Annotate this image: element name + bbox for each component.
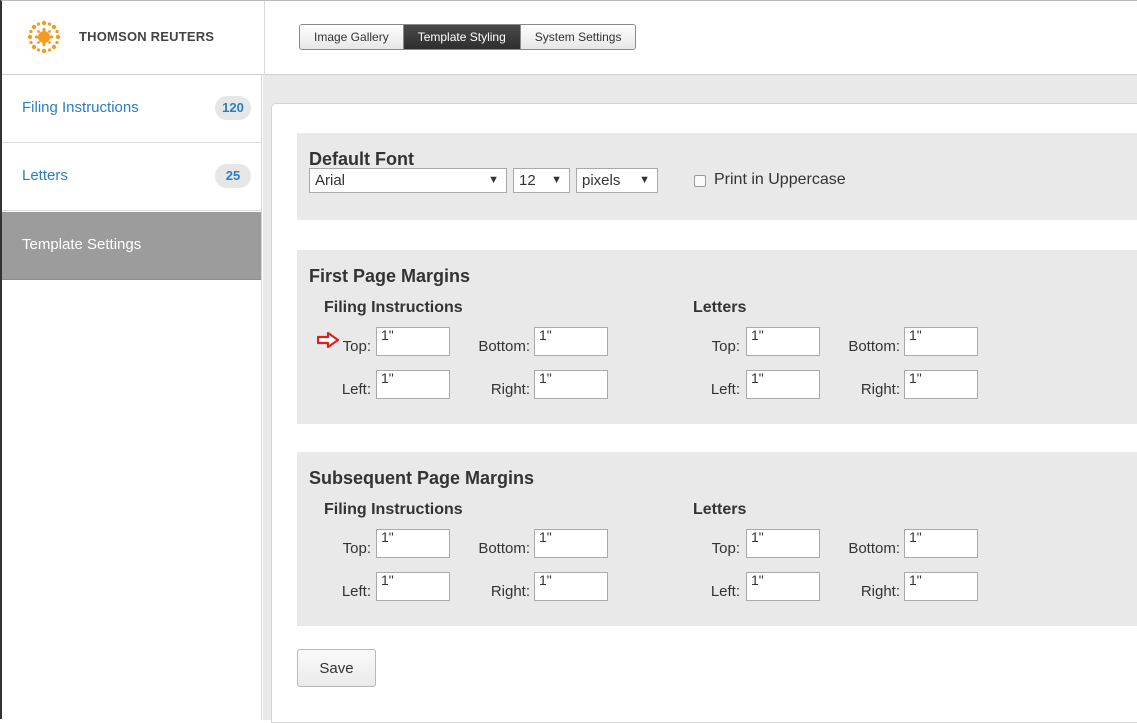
left-label: Left: (341, 583, 371, 600)
subsequent-filing-top-input[interactable]: 1" (376, 529, 450, 558)
font-unit-value: pixels (582, 172, 621, 189)
subsequent-letters-bottom-input[interactable]: 1" (904, 529, 978, 558)
main-content: Default Font Arial ▼ 12 ▼ pixels ▼ Print… (263, 75, 1137, 723)
first-letters-right-input[interactable]: 1" (904, 370, 978, 399)
subsequent-page-margins-section: Subsequent Page Margins Filing Instructi… (297, 452, 1137, 626)
sidebar-item-filing-instructions[interactable]: Filing Instructions 120 (2, 75, 261, 143)
subsequent-letters-right-input[interactable]: 1" (904, 572, 978, 601)
top-label: Top: (342, 540, 371, 557)
font-size-value: 12 (519, 172, 536, 189)
top-label: Top: (711, 540, 740, 557)
caret-down-icon: ▼ (639, 174, 650, 186)
first-letters-left-input[interactable]: 1" (746, 370, 820, 399)
first-filing-left-input[interactable]: 1" (376, 370, 450, 399)
count-badge: 25 (215, 164, 251, 188)
top-label: Top: (342, 338, 371, 355)
print-uppercase-label: Print in Uppercase (714, 171, 846, 188)
caret-down-icon: ▼ (488, 174, 499, 186)
right-label: Right: (490, 381, 530, 398)
bottom-label: Bottom: (478, 338, 530, 355)
right-label: Right: (860, 583, 900, 600)
subsequent-filing-bottom-input[interactable]: 1" (534, 529, 608, 558)
tab-bar: Image Gallery Template Styling System Se… (299, 24, 637, 50)
left-label: Left: (710, 381, 740, 398)
left-label: Left: (341, 381, 371, 398)
column-title: Filing Instructions (324, 501, 463, 518)
column-title: Filing Instructions (324, 299, 463, 316)
bottom-label: Bottom: (848, 338, 900, 355)
font-unit-select[interactable]: pixels ▼ (576, 168, 658, 193)
subsequent-letters-top-input[interactable]: 1" (746, 529, 820, 558)
font-size-select[interactable]: 12 ▼ (513, 168, 570, 193)
tab-system-settings[interactable]: System Settings (520, 25, 636, 49)
right-label: Right: (490, 583, 530, 600)
sidebar: Filing Instructions 120 Letters 25 Templ… (2, 75, 262, 720)
tab-image-gallery[interactable]: Image Gallery (300, 25, 404, 49)
app-window: THOMSON REUTERS Image Gallery Template S… (0, 0, 1137, 723)
subsequent-letters-left-input[interactable]: 1" (746, 572, 820, 601)
settings-panel: Default Font Arial ▼ 12 ▼ pixels ▼ Print… (271, 103, 1137, 723)
sidebar-item-template-settings[interactable]: Template Settings (2, 212, 261, 280)
count-badge: 120 (215, 96, 251, 120)
section-title: Subsequent Page Margins (309, 468, 535, 488)
font-family-select[interactable]: Arial ▼ (309, 168, 507, 193)
first-letters-top-input[interactable]: 1" (746, 327, 820, 356)
subsequent-filing-right-input[interactable]: 1" (534, 572, 608, 601)
right-label: Right: (860, 381, 900, 398)
font-family-value: Arial (315, 172, 346, 189)
save-button[interactable]: Save (297, 649, 376, 687)
bottom-label: Bottom: (848, 540, 900, 557)
thomson-reuters-logo (27, 20, 61, 54)
first-filing-top-input[interactable]: 1" (376, 327, 450, 356)
default-font-section: Default Font Arial ▼ 12 ▼ pixels ▼ Print… (297, 133, 1137, 220)
sidebar-item-label: Template Settings (22, 236, 142, 253)
sidebar-item-label: Filing Instructions (22, 99, 139, 116)
top-label: Top: (711, 338, 740, 355)
section-title: Default Font (309, 149, 414, 169)
sidebar-item-label: Letters (22, 167, 68, 184)
header: THOMSON REUTERS Image Gallery Template S… (2, 1, 1137, 75)
first-page-margins-section: First Page Margins Filing Instructions T… (297, 250, 1137, 424)
column-title: Letters (693, 501, 747, 518)
subsequent-filing-left-input[interactable]: 1" (376, 572, 450, 601)
caret-down-icon: ▼ (551, 174, 562, 186)
first-letters-bottom-input[interactable]: 1" (904, 327, 978, 356)
first-filing-right-input[interactable]: 1" (534, 370, 608, 399)
first-filing-bottom-input[interactable]: 1" (534, 327, 608, 356)
tab-template-styling[interactable]: Template Styling (403, 25, 521, 49)
brand-name: THOMSON REUTERS (79, 29, 215, 44)
left-label: Left: (710, 583, 740, 600)
bottom-label: Bottom: (478, 540, 530, 557)
column-title: Letters (693, 299, 747, 316)
print-uppercase-checkbox[interactable] (694, 175, 706, 187)
sidebar-item-letters[interactable]: Letters 25 (2, 143, 261, 211)
header-divider (264, 1, 265, 75)
section-title: First Page Margins (309, 266, 471, 286)
